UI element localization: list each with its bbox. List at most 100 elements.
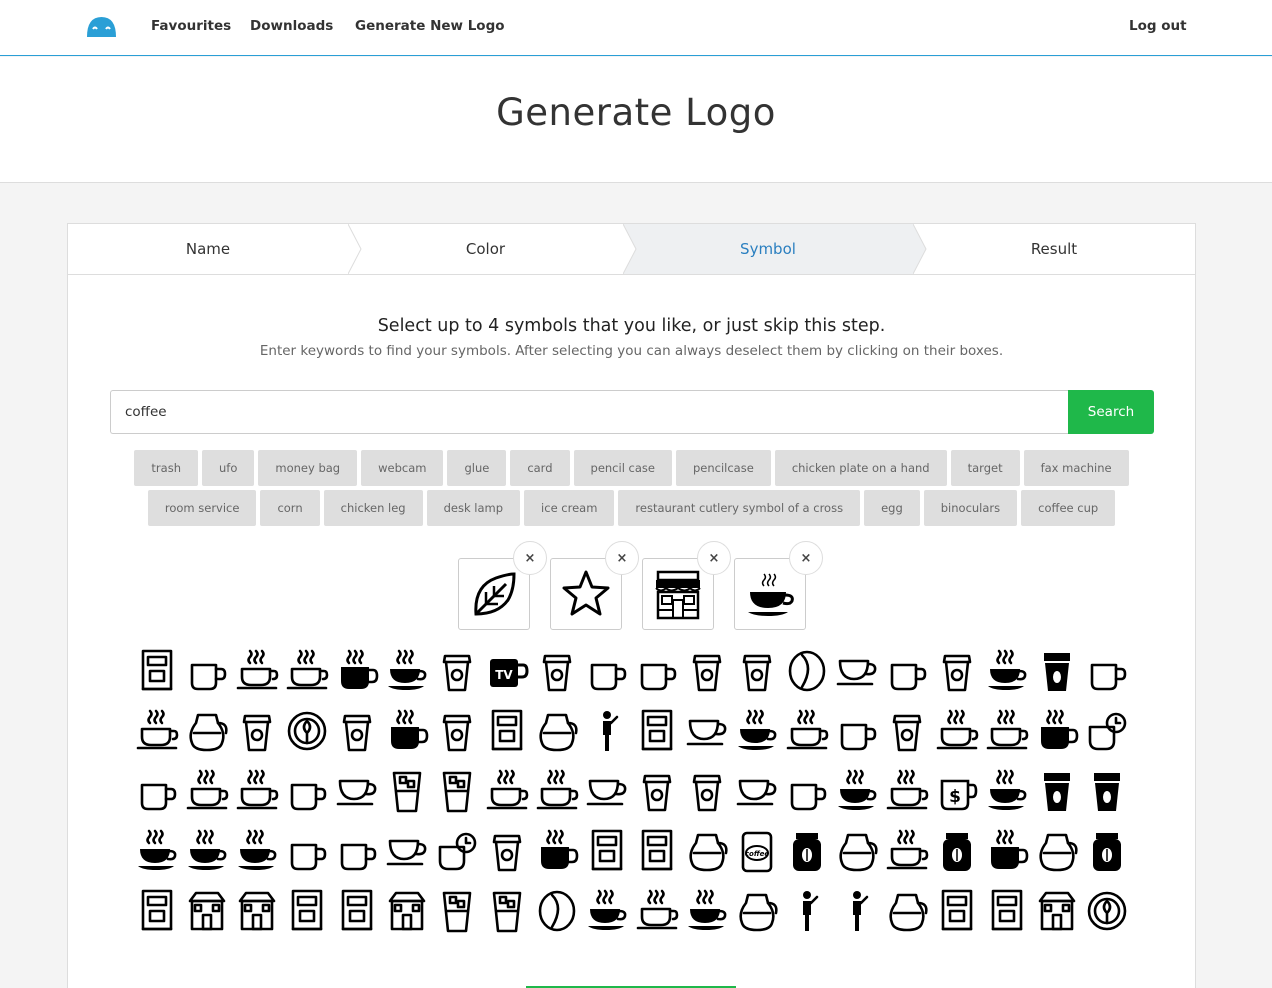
french-press-icon[interactable]: [134, 887, 180, 933]
keyword-tag[interactable]: ufo: [202, 450, 255, 486]
nav-log-out[interactable]: Log out: [1129, 18, 1187, 34]
keyword-tag[interactable]: chicken leg: [323, 490, 423, 526]
simple-cup-icon[interactable]: [684, 707, 730, 753]
dollar-cup-icon[interactable]: $: [934, 767, 980, 813]
saucer-cup-icon[interactable]: [684, 887, 730, 933]
steam-bowl-icon[interactable]: [384, 827, 430, 873]
brand-logo-icon[interactable]: [85, 15, 118, 39]
paper-cup-icon[interactable]: [334, 707, 380, 753]
step-name[interactable]: Name: [68, 224, 348, 274]
coffee-cup-bold-icon[interactable]: [134, 827, 180, 873]
latte-bowl-icon[interactable]: [284, 707, 330, 753]
chemex-icon[interactable]: [884, 887, 930, 933]
tea-set-icon[interactable]: [134, 707, 180, 753]
symbol-search-input[interactable]: [110, 390, 1070, 434]
espresso-machine-icon[interactable]: [484, 707, 530, 753]
simple-teacup-icon[interactable]: [584, 767, 630, 813]
takeaway-circle-icon[interactable]: [884, 707, 930, 753]
keyword-tag[interactable]: restaurant cutlery symbol of a cross: [618, 490, 861, 526]
coffee-filled-small-icon[interactable]: [984, 767, 1030, 813]
keyword-tag[interactable]: egg: [864, 490, 920, 526]
vending-machine-icon[interactable]: [334, 887, 380, 933]
martini-cup-icon[interactable]: [334, 767, 380, 813]
coffee-bag-icon[interactable]: [784, 827, 830, 873]
keyword-tag[interactable]: ice cream: [524, 490, 615, 526]
selected-symbol-box[interactable]: ×: [458, 541, 547, 630]
tv-mug-icon[interactable]: TV: [484, 647, 530, 693]
remove-symbol-button[interactable]: ×: [789, 541, 823, 575]
coffee-flower-icon[interactable]: [234, 647, 280, 693]
small-cup-icon[interactable]: [734, 767, 780, 813]
coffee-clock-icon[interactable]: [1084, 707, 1130, 753]
bowl-cup-icon[interactable]: [184, 827, 230, 873]
iced-coffee-icon[interactable]: [434, 887, 480, 933]
steaming-cup-filled-icon[interactable]: [734, 707, 780, 753]
coffee-cup-outline-icon[interactable]: [634, 887, 680, 933]
milk-carton-icon[interactable]: [934, 827, 980, 873]
takeaway-bean-icon[interactable]: [734, 647, 780, 693]
selected-symbol-box[interactable]: ×: [734, 541, 823, 630]
hot-coffee-filled-icon[interactable]: [1034, 707, 1080, 753]
coffee-shop-icon[interactable]: [234, 887, 280, 933]
coffee-jar-icon[interactable]: [1084, 827, 1130, 873]
coffee-maker-icon[interactable]: [1034, 827, 1080, 873]
takeaway-square-icon[interactable]: [934, 647, 980, 693]
nav-favourites[interactable]: Favourites: [151, 18, 231, 34]
keyword-tag[interactable]: coffee cup: [1021, 490, 1116, 526]
portafilter-icon[interactable]: [584, 827, 630, 873]
hot-mug-icon[interactable]: [584, 647, 630, 693]
coffee-cup-plate-icon[interactable]: [584, 887, 630, 933]
cups-stack-icon[interactable]: [234, 707, 280, 753]
bean-cup-icon[interactable]: [484, 767, 530, 813]
coffee-cup-filled-icon[interactable]: [384, 647, 430, 693]
kettle-icon[interactable]: [534, 707, 580, 753]
barista-icon[interactable]: [584, 707, 630, 753]
latte-art-icon[interactable]: [1084, 887, 1130, 933]
remove-symbol-button[interactable]: ×: [697, 541, 731, 575]
coffee-pot-icon[interactable]: [684, 827, 730, 873]
takeaway-filled-icon[interactable]: [1034, 767, 1080, 813]
steam-cup-icon[interactable]: [234, 767, 280, 813]
cup-box-icon[interactable]: [634, 707, 680, 753]
coffee-saucer-icon[interactable]: [284, 647, 330, 693]
keyword-tag[interactable]: target: [950, 450, 1020, 486]
takeaway-b-icon[interactable]: [684, 767, 730, 813]
espresso-stand-icon[interactable]: [634, 827, 680, 873]
cup-saucer-icon[interactable]: [984, 707, 1030, 753]
teacup-icon[interactable]: [834, 647, 880, 693]
cup-outline-icon[interactable]: [534, 767, 580, 813]
step-symbol[interactable]: Symbol: [623, 224, 913, 274]
takeaway-lid-icon[interactable]: [534, 647, 580, 693]
keyword-tag[interactable]: binoculars: [923, 490, 1018, 526]
mug-outline-icon[interactable]: [834, 707, 880, 753]
step-result[interactable]: Result: [913, 224, 1195, 274]
coffee-counter-icon[interactable]: [934, 887, 980, 933]
keyword-tag[interactable]: money bag: [258, 450, 358, 486]
keyword-tag[interactable]: pencilcase: [675, 450, 771, 486]
cappuccino-icon[interactable]: [884, 647, 930, 693]
steaming-cup-icon[interactable]: [784, 707, 830, 753]
cup-steam-icon[interactable]: [884, 827, 930, 873]
takeaway-bean-filled-icon[interactable]: [1084, 767, 1130, 813]
keyword-tag[interactable]: glue: [447, 450, 507, 486]
hot-cup-filled-icon[interactable]: [984, 647, 1030, 693]
keyword-tag[interactable]: chicken plate on a hand: [774, 450, 947, 486]
coffee-saucer-bold-icon[interactable]: [234, 827, 280, 873]
person-drinking-icon[interactable]: [834, 887, 880, 933]
cup-saucer-filled-icon[interactable]: [834, 767, 880, 813]
bean-takeaway-icon[interactable]: [484, 827, 530, 873]
coffee-mug-filled-icon[interactable]: [334, 647, 380, 693]
large-mug-icon[interactable]: [784, 767, 830, 813]
takeaway-stripe-icon[interactable]: [1034, 647, 1080, 693]
nav-downloads[interactable]: Downloads: [250, 18, 333, 34]
coffee-layers-icon[interactable]: [934, 707, 980, 753]
nav-generate-new-logo[interactable]: Generate New Logo: [355, 18, 505, 34]
desk-worker-icon[interactable]: [784, 887, 830, 933]
selected-symbol-box[interactable]: ×: [642, 541, 731, 630]
keyword-tag[interactable]: card: [510, 450, 570, 486]
coffee-mug-steam-icon[interactable]: [984, 827, 1030, 873]
coffee-carafe-icon[interactable]: [834, 827, 880, 873]
cafe-storefront-icon[interactable]: [384, 887, 430, 933]
coffee-bean-large-icon[interactable]: [534, 887, 580, 933]
espresso-bar-icon[interactable]: [1034, 887, 1080, 933]
